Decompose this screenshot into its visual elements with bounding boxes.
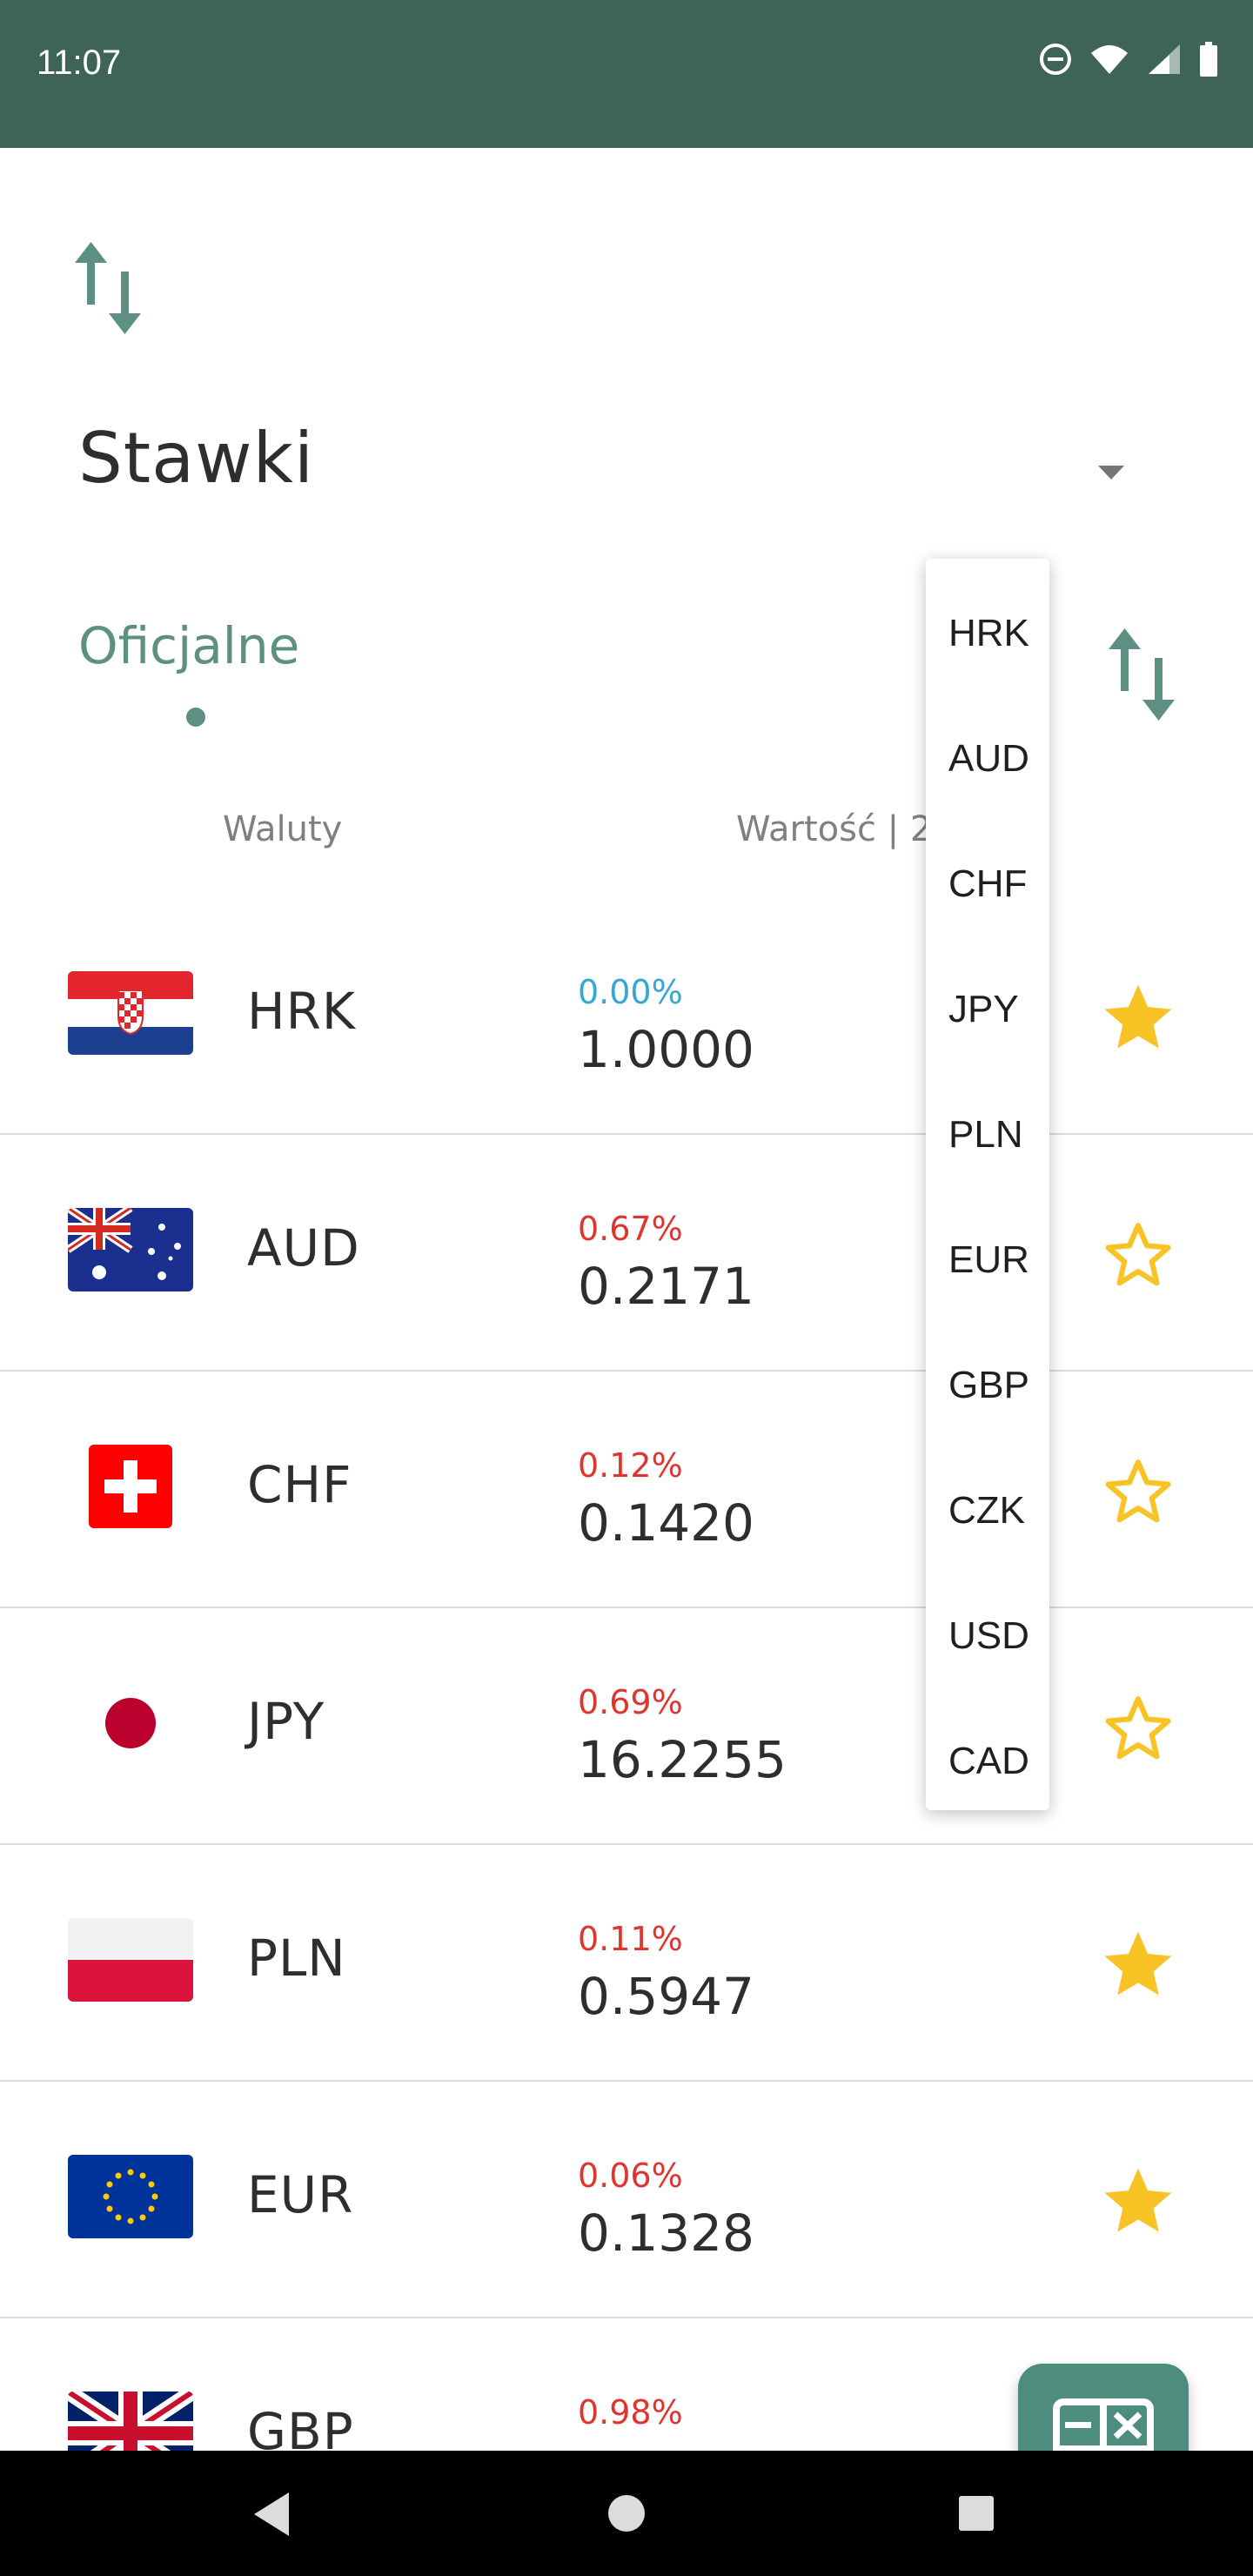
currency-code: JPY [247, 1692, 325, 1751]
sort-swap-icon[interactable] [1107, 627, 1185, 722]
change-percent: 0.11% [578, 1920, 683, 1958]
status-bar: 11:07 [0, 0, 1253, 148]
dropdown-option[interactable]: JPY [926, 947, 1049, 1072]
rate-value: 0.2171 [578, 1257, 754, 1316]
signal-icon [1147, 43, 1182, 76]
dropdown-option[interactable]: EUR [926, 1197, 1049, 1323]
currency-code: GBP [247, 2402, 354, 2451]
rate-list: HRK 0.00% 1.0000 AUD 0.67% 0.2171 CHF 0.… [0, 898, 1253, 2451]
dropdown-option[interactable]: HRK [926, 571, 1049, 696]
recents-icon[interactable] [957, 2494, 995, 2532]
table-row[interactable]: EUR 0.06% 0.1328 [0, 2082, 1253, 2318]
dropdown-option[interactable]: GBP [926, 1323, 1049, 1448]
star-filled-icon[interactable] [1098, 2162, 1178, 2242]
calculator-icon [1053, 2398, 1154, 2451]
table-row[interactable]: PLN 0.11% 0.5947 [0, 1845, 1253, 2082]
change-percent: 0.06% [578, 2157, 683, 2195]
dropdown-option[interactable]: PLN [926, 1072, 1049, 1197]
currency-dropdown-menu: HRK AUD CHF JPY PLN EUR GBP CZK USD CAD [926, 559, 1049, 1810]
star-filled-icon[interactable] [1098, 1925, 1178, 2005]
switzerland-flag [89, 1445, 172, 1528]
rate-value: 1.0000 [578, 1020, 754, 1079]
back-icon[interactable] [251, 2491, 294, 2538]
change-percent: 0.12% [578, 1446, 683, 1485]
dropdown-option[interactable]: CAD [926, 1699, 1049, 1824]
table-row[interactable]: CHF 0.12% 0.1420 [0, 1372, 1253, 1608]
star-outline-icon[interactable] [1098, 1215, 1178, 1295]
column-header-currency: Waluty [223, 809, 343, 849]
home-icon[interactable] [606, 2492, 647, 2534]
change-percent: 0.69% [578, 1683, 683, 1721]
dropdown-option[interactable]: USD [926, 1573, 1049, 1699]
calculator-button[interactable] [1018, 2364, 1189, 2451]
table-row[interactable]: JPY 0.69% 16.2255 [0, 1608, 1253, 1845]
active-tab-indicator [186, 708, 205, 727]
uk-flag [68, 2392, 193, 2451]
croatia-flag [68, 971, 193, 1055]
dropdown-option[interactable]: CHF [926, 822, 1049, 947]
column-header-value: Wartość | 2 [736, 809, 933, 849]
table-row[interactable]: HRK 0.00% 1.0000 [0, 898, 1253, 1135]
dropdown-option[interactable]: CZK [926, 1448, 1049, 1573]
rate-value: 16.2255 [578, 1730, 787, 1789]
currency-code: HRK [247, 982, 356, 1041]
do-not-disturb-icon [1039, 43, 1072, 76]
change-percent: 0.67% [578, 1210, 683, 1248]
dropdown-option[interactable]: AUD [926, 696, 1049, 822]
app-content: Stawki Oficjalne Waluty Wartość | 2 HRK … [0, 148, 1253, 2451]
wifi-icon [1089, 43, 1129, 76]
battery-icon [1199, 42, 1218, 77]
star-outline-icon[interactable] [1098, 1452, 1178, 1532]
table-row[interactable]: AUD 0.67% 0.2171 [0, 1135, 1253, 1372]
change-percent: 0.98% [578, 2393, 683, 2432]
tab-official[interactable]: Oficjalne [78, 616, 299, 675]
currency-code: CHF [247, 1455, 352, 1514]
star-outline-icon[interactable] [1098, 1688, 1178, 1768]
navigation-bar [0, 2451, 1253, 2576]
star-filled-icon[interactable] [1098, 978, 1178, 1058]
change-percent: 0.00% [578, 973, 683, 1011]
currency-code: AUD [247, 1218, 360, 1278]
poland-flag [68, 1918, 193, 2002]
rate-value: 0.5947 [578, 1967, 754, 2026]
status-time: 11:07 [37, 44, 122, 82]
currency-code: PLN [247, 1929, 346, 1988]
rate-value: 0.1328 [578, 2204, 754, 2263]
status-icons [1039, 42, 1218, 77]
page-title: Stawki [78, 418, 315, 499]
swap-vertical-icon[interactable] [73, 240, 151, 336]
chevron-down-icon[interactable] [1098, 466, 1124, 480]
australia-flag [68, 1208, 193, 1291]
currency-code: EUR [247, 2165, 354, 2224]
japan-flag [68, 1681, 193, 1765]
eu-flag [68, 2155, 193, 2238]
rate-value: 0.1420 [578, 1493, 754, 1553]
